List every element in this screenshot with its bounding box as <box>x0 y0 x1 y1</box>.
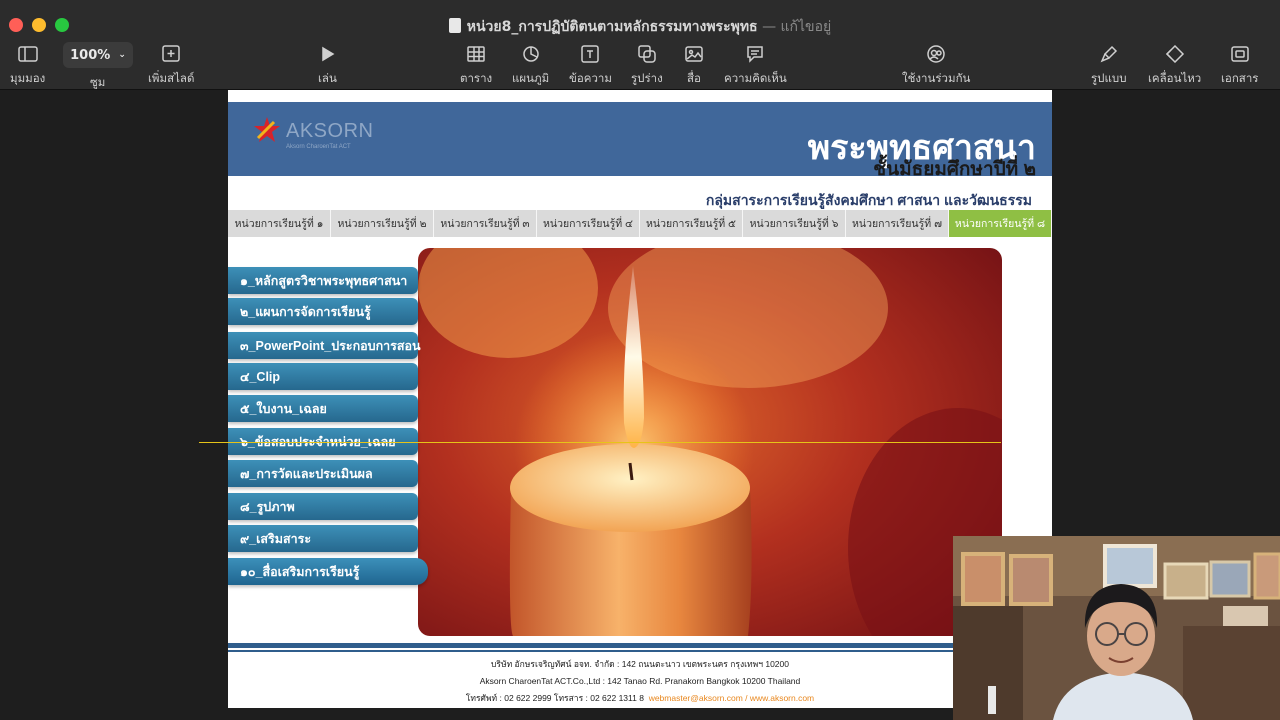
table-label: ตาราง <box>460 71 493 85</box>
alignment-guide <box>199 442 1001 443</box>
footer-rule <box>228 643 1052 648</box>
tab-unit-8[interactable]: หน่วยการเรียนรู้ที่ ๘ <box>949 210 1052 237</box>
document-label: เอกสาร <box>1221 71 1259 85</box>
animate-button[interactable]: เคลื่อนไหว <box>1148 42 1201 88</box>
animate-label: เคลื่อนไหว <box>1148 71 1202 85</box>
footer-contact: โทรศัพท์ : 02 622 2999 โทรสาร : 02 622 1… <box>228 690 1052 707</box>
text-label: ข้อความ <box>569 71 612 85</box>
footer-web[interactable]: webmaster@aksorn.com / www.aksorn.com <box>649 693 814 703</box>
pie-chart-icon <box>522 42 540 66</box>
add-slide-button[interactable]: เพิ่มสไลด์ <box>148 42 194 88</box>
shape-button[interactable]: รูปร่าง <box>631 42 663 88</box>
menu-item-clip[interactable]: ๔_Clip <box>228 363 418 390</box>
tab-unit-1[interactable]: หน่วยการเรียนรู้ที่ ๑ <box>228 210 331 237</box>
footer-address-th: บริษัท อักษรเจริญทัศน์ อจท. จำกัด : 142 … <box>491 659 789 669</box>
add-slide-label: เพิ่มสไลด์ <box>148 71 195 85</box>
format-label: รูปแบบ <box>1091 71 1127 85</box>
menu-item-worksheet[interactable]: ๕_ใบงาน_เฉลย <box>228 395 418 422</box>
animate-icon <box>1164 42 1186 66</box>
add-slide-icon <box>161 42 181 66</box>
chart-button[interactable]: แผนภูมิ <box>512 42 549 88</box>
footer-rule-thin <box>228 650 1052 652</box>
menu-item-learning-media[interactable]: ๑๐_สื่อเสริมการเรียนรู้ <box>228 558 428 585</box>
slide-subtitle: ชั้นมัธยมศึกษาปีที่ ๒ <box>873 159 1036 180</box>
footer-phone: โทรศัพท์ : 02 622 2999 โทรสาร : 02 622 1… <box>465 693 644 703</box>
comment-icon <box>746 42 764 66</box>
table-icon <box>467 42 485 66</box>
media-button[interactable]: สื่อ <box>685 42 703 88</box>
menu-item-assessment[interactable]: ๗_การวัดและประเมินผล <box>228 460 418 487</box>
zoom-label: ซูม <box>90 75 106 89</box>
document-button[interactable]: เอกสาร <box>1221 42 1258 88</box>
edit-state: แก้ไขอยู่ <box>780 19 832 35</box>
document-name: หน่วย8_การปฏิบัติตนตามหลักธรรมทางพระพุทธ <box>466 19 758 35</box>
view-button[interactable]: มุมมอง <box>10 42 45 88</box>
collaborate-icon <box>926 42 946 66</box>
tab-unit-4[interactable]: หน่วยการเรียนรู้ที่ ๔ <box>537 210 640 237</box>
logo-text: AKSORN <box>286 120 374 142</box>
footer-address-en: Aksorn CharoenTat ACT.Co.,Ltd : 142 Tana… <box>479 676 801 686</box>
tab-unit-7[interactable]: หน่วยการเรียนรู้ที่ ๗ <box>846 210 949 237</box>
table-button[interactable]: ตาราง <box>460 42 492 88</box>
media-label: สื่อ <box>687 71 701 85</box>
menu-item-pictures[interactable]: ๘_รูปภาพ <box>228 493 418 520</box>
menu-item-curriculum[interactable]: ๑_หลักสูตรวิชาพระพุทธศาสนา <box>228 267 418 294</box>
aksorn-logo: AKSORN Aksorn CharoenTat ACT <box>252 116 374 150</box>
slide-canvas[interactable]: AKSORN Aksorn CharoenTat ACT พระพุทธศาสน… <box>228 90 1052 708</box>
text-button[interactable]: ข้อความ <box>569 42 612 88</box>
text-box-icon <box>581 42 600 66</box>
logo-subtext: Aksorn CharoenTat ACT <box>286 144 351 150</box>
comment-button[interactable]: ความคิดเห็น <box>724 42 787 88</box>
menu-item-powerpoint[interactable]: ๓_PowerPoint_ประกอบการสอน <box>228 332 421 359</box>
tab-unit-6[interactable]: หน่วยการเรียนรู้ที่ ๖ <box>743 210 846 237</box>
chevron-down-icon: ⌄ <box>118 50 126 60</box>
collaborate-button[interactable]: ใช้งานร่วมกัน <box>902 42 970 88</box>
zoom-select[interactable]: 100% ⌄ <box>63 42 133 68</box>
document-icon <box>448 18 461 33</box>
shape-icon <box>638 42 656 66</box>
collaborate-label: ใช้งานร่วมกัน <box>902 71 971 85</box>
menu-item-supplement[interactable]: ๙_เสริมสาระ <box>228 525 418 552</box>
footer: บริษัท อักษรเจริญทัศน์ อจท. จำกัด : 142 … <box>228 656 1052 707</box>
chart-label: แผนภูมิ <box>512 71 550 85</box>
sidebar-icon <box>17 42 38 66</box>
tab-unit-2[interactable]: หน่วยการเรียนรู้ที่ ๒ <box>331 210 434 237</box>
zoom-value: 100% <box>70 47 111 63</box>
title-separator: — <box>762 19 777 35</box>
format-button[interactable]: รูปแบบ <box>1091 42 1127 88</box>
play-label: เล่น <box>318 71 337 85</box>
document-panel-icon <box>1230 42 1249 66</box>
play-icon <box>319 42 335 66</box>
shape-label: รูปร่าง <box>631 71 663 85</box>
view-label: มุมมอง <box>10 71 46 85</box>
image-icon <box>685 42 703 66</box>
subject-group: กลุ่มสาระการเรียนรู้สังคมศึกษา ศาสนา และ… <box>705 192 1032 208</box>
play-button[interactable]: เล่น <box>318 42 337 88</box>
window-title: หน่วย8_การปฏิบัติตนตามหลักธรรมทางพระพุทธ… <box>0 16 1280 38</box>
webcam-video <box>953 536 1280 720</box>
paintbrush-icon <box>1100 42 1118 66</box>
window-toolbar: หน่วย8_การปฏิบัติตนตามหลักธรรมทางพระพุทธ… <box>0 0 1280 90</box>
tab-unit-3[interactable]: หน่วยการเรียนรู้ที่ ๓ <box>434 210 537 237</box>
logo-star-icon <box>252 116 282 144</box>
comment-label: ความคิดเห็น <box>724 71 787 85</box>
tab-unit-5[interactable]: หน่วยการเรียนรู้ที่ ๕ <box>640 210 743 237</box>
unit-tabs: หน่วยการเรียนรู้ที่ ๑ หน่วยการเรียนรู้ที… <box>228 210 1052 237</box>
menu-item-lesson-plan[interactable]: ๒_แผนการจัดการเรียนรู้ <box>228 298 418 325</box>
